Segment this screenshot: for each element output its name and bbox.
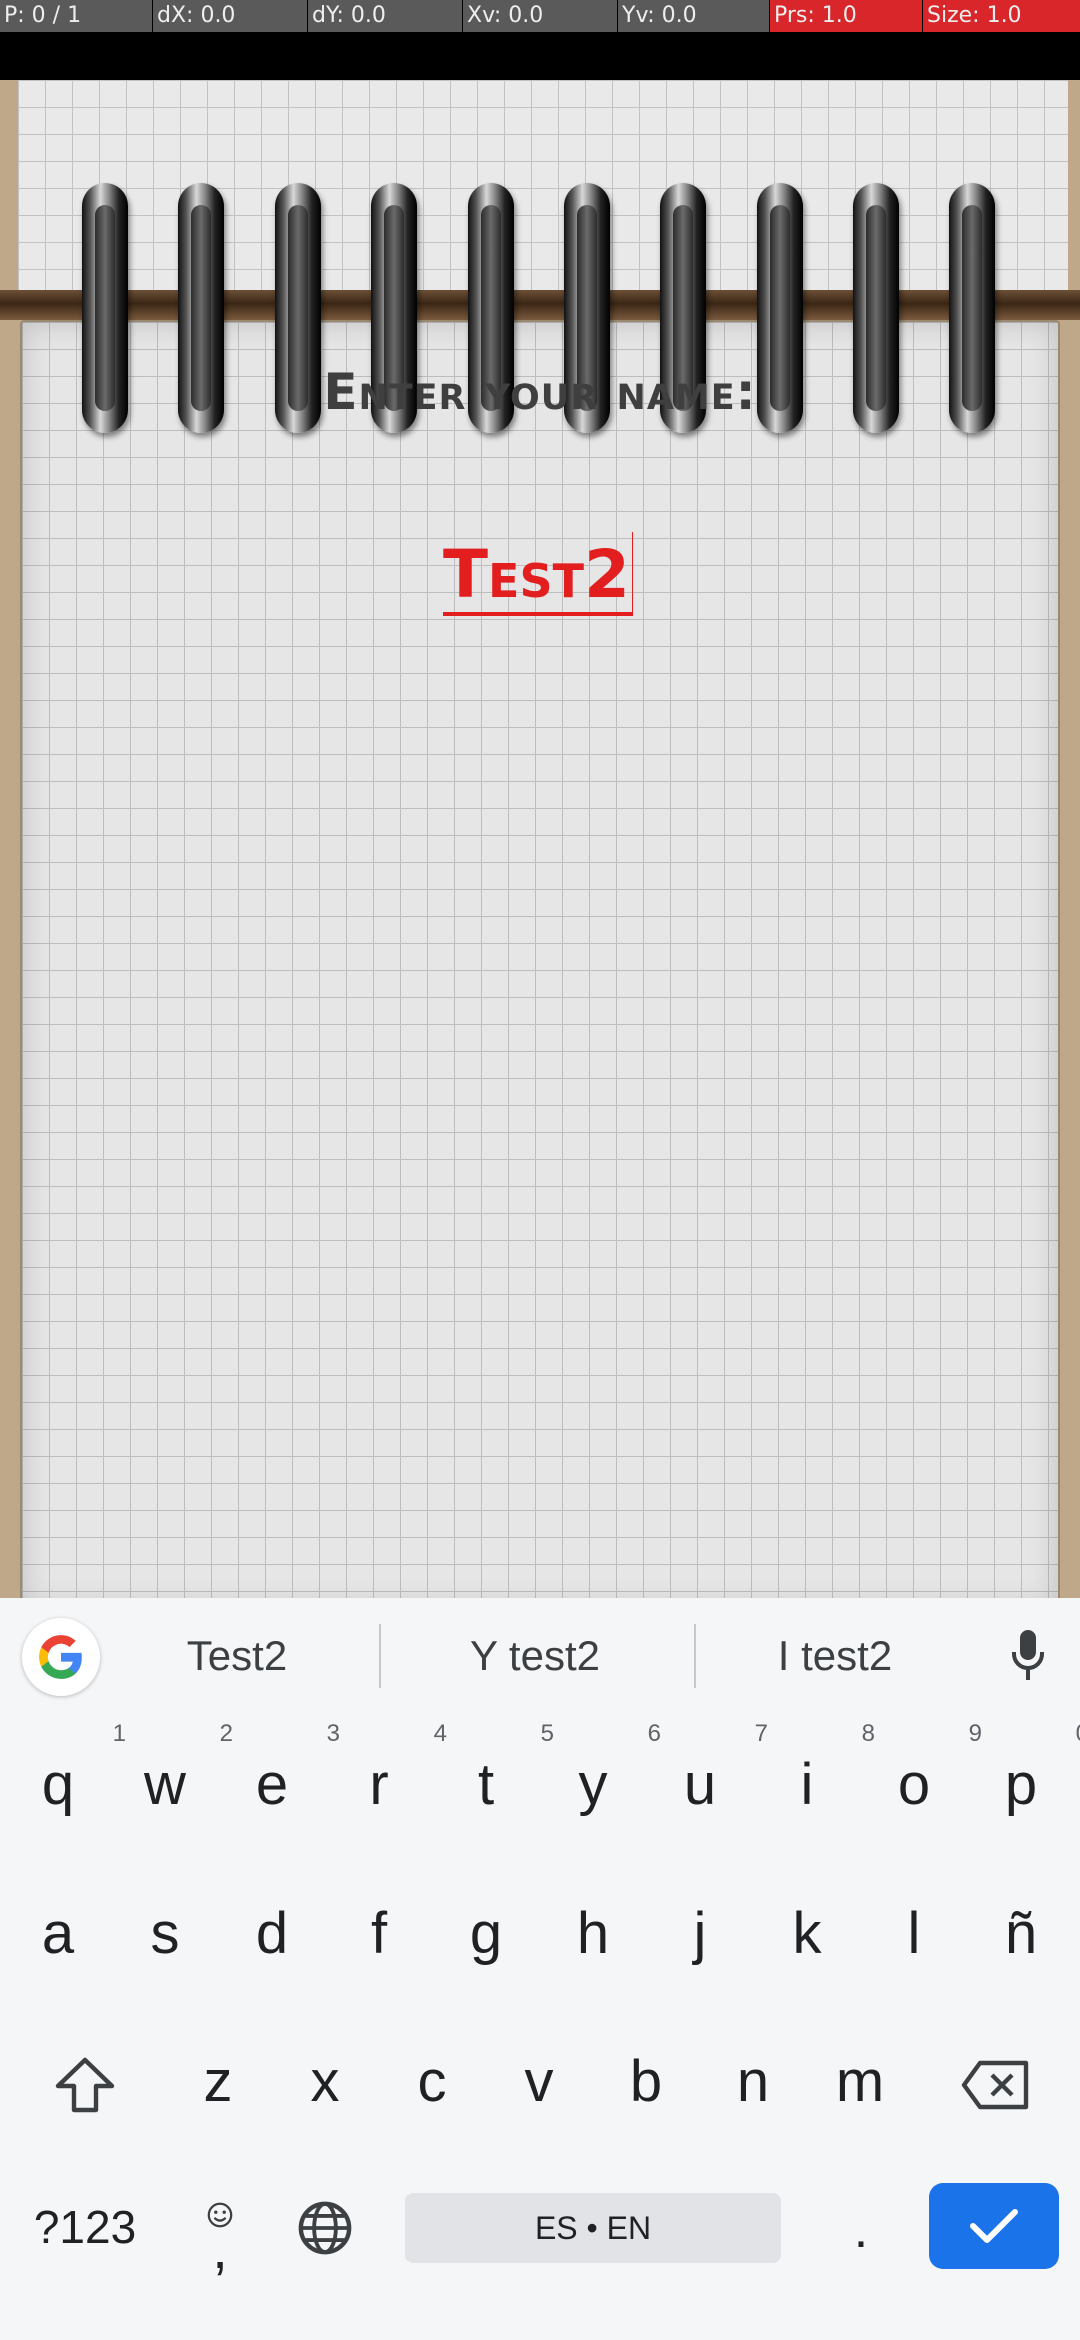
comma-label: ,: [212, 2217, 228, 2281]
key-hint: 5: [540, 1720, 554, 1747]
key-p[interactable]: p0: [967, 1722, 1080, 1814]
velocity-y: Yv: 0.0: [618, 0, 770, 32]
key-hint: 2: [219, 1720, 233, 1747]
name-input[interactable]: Test2: [443, 520, 633, 616]
notebook: Enter your name: Test2: [0, 80, 1080, 1598]
key-label: e: [255, 1752, 289, 1817]
suggestion-divider: [379, 1624, 381, 1688]
key-s[interactable]: s: [111, 1905, 219, 1963]
key-label: t: [477, 1752, 495, 1817]
key-w[interactable]: w2: [111, 1722, 233, 1814]
checkmark-icon: [970, 2209, 1018, 2243]
key-hint: 7: [754, 1720, 768, 1747]
suggestion-1[interactable]: Test2: [132, 1628, 342, 1684]
delta-x: dX: 0.0: [153, 0, 308, 32]
google-g-icon[interactable]: [22, 1618, 100, 1696]
key-label: u: [683, 1752, 717, 1817]
key-j[interactable]: j: [646, 1905, 754, 1963]
key-label: i: [800, 1752, 814, 1817]
key-z[interactable]: z: [164, 2053, 272, 2111]
key-m[interactable]: m: [806, 2053, 914, 2111]
microphone-icon[interactable]: [1004, 1626, 1052, 1686]
notebook-page: [20, 320, 1060, 1598]
symbols-key[interactable]: ?123: [30, 2204, 140, 2250]
key-y[interactable]: y6: [539, 1722, 662, 1814]
globe-icon[interactable]: [290, 2196, 360, 2260]
suggestion-3[interactable]: I test2: [730, 1628, 940, 1684]
key-g[interactable]: g: [432, 1905, 540, 1963]
suggestion-2[interactable]: Y test2: [410, 1628, 660, 1684]
key-hint: 3: [326, 1720, 340, 1747]
key-hint: 8: [861, 1720, 875, 1747]
key-label: q: [41, 1752, 75, 1817]
key-k[interactable]: k: [753, 1905, 861, 1963]
key-b[interactable]: b: [592, 2053, 700, 2111]
key-label: w: [144, 1752, 186, 1817]
key-hint: 1: [112, 1720, 126, 1747]
shift-icon[interactable]: [40, 2050, 130, 2120]
notebook-cover-page: [18, 80, 1068, 290]
comma-key[interactable]: ,: [190, 2190, 250, 2280]
key-l[interactable]: l: [860, 1905, 968, 1963]
space-key[interactable]: ES • EN: [405, 2193, 781, 2263]
key-h[interactable]: h: [539, 1905, 647, 1963]
key-i[interactable]: i8: [753, 1722, 875, 1814]
key-n[interactable]: n: [699, 2053, 807, 2111]
key-label: o: [897, 1752, 931, 1817]
enter-key[interactable]: [929, 2183, 1059, 2269]
key-u[interactable]: u7: [646, 1722, 768, 1814]
key-a[interactable]: a: [4, 1905, 112, 1963]
pointer-count: P: 0 / 1: [0, 0, 153, 32]
period-key[interactable]: .: [836, 2204, 886, 2256]
key-q[interactable]: q1: [4, 1722, 126, 1814]
key-r[interactable]: r4: [325, 1722, 447, 1814]
key-t[interactable]: t5: [432, 1722, 554, 1814]
key-label: r: [369, 1752, 389, 1817]
pointer-location-bar: P: 0 / 1 dX: 0.0 dY: 0.0 Xv: 0.0 Yv: 0.0…: [0, 0, 1080, 32]
key-hint: 9: [968, 1720, 982, 1747]
key-n-tilde[interactable]: ñ: [967, 1905, 1075, 1963]
key-hint: 4: [433, 1720, 447, 1747]
key-f[interactable]: f: [325, 1905, 433, 1963]
suggestion-divider: [694, 1624, 696, 1688]
key-c[interactable]: c: [378, 2053, 486, 2111]
delta-y: dY: 0.0: [308, 0, 463, 32]
touch-size: Size: 1.0: [923, 0, 1080, 32]
notebook-binding: [0, 290, 1080, 320]
key-hint: 6: [647, 1720, 661, 1747]
key-label: p: [1004, 1752, 1038, 1817]
velocity-x: Xv: 0.0: [463, 0, 618, 32]
key-o[interactable]: o9: [860, 1722, 982, 1814]
name-input-value: Test2: [443, 536, 630, 613]
key-hint: 0: [1076, 1722, 1080, 1746]
name-prompt: Enter your name:: [323, 363, 757, 421]
key-e[interactable]: e3: [218, 1722, 340, 1814]
backspace-icon[interactable]: [950, 2050, 1040, 2120]
pressure: Prs: 1.0: [770, 0, 923, 32]
key-x[interactable]: x: [271, 2053, 379, 2111]
key-d[interactable]: d: [218, 1905, 326, 1963]
text-cursor: [631, 532, 633, 612]
suggestion-bar: Test2 Y test2 I test2: [0, 1598, 1080, 1714]
key-v[interactable]: v: [485, 2053, 593, 2111]
key-label: y: [578, 1752, 608, 1817]
